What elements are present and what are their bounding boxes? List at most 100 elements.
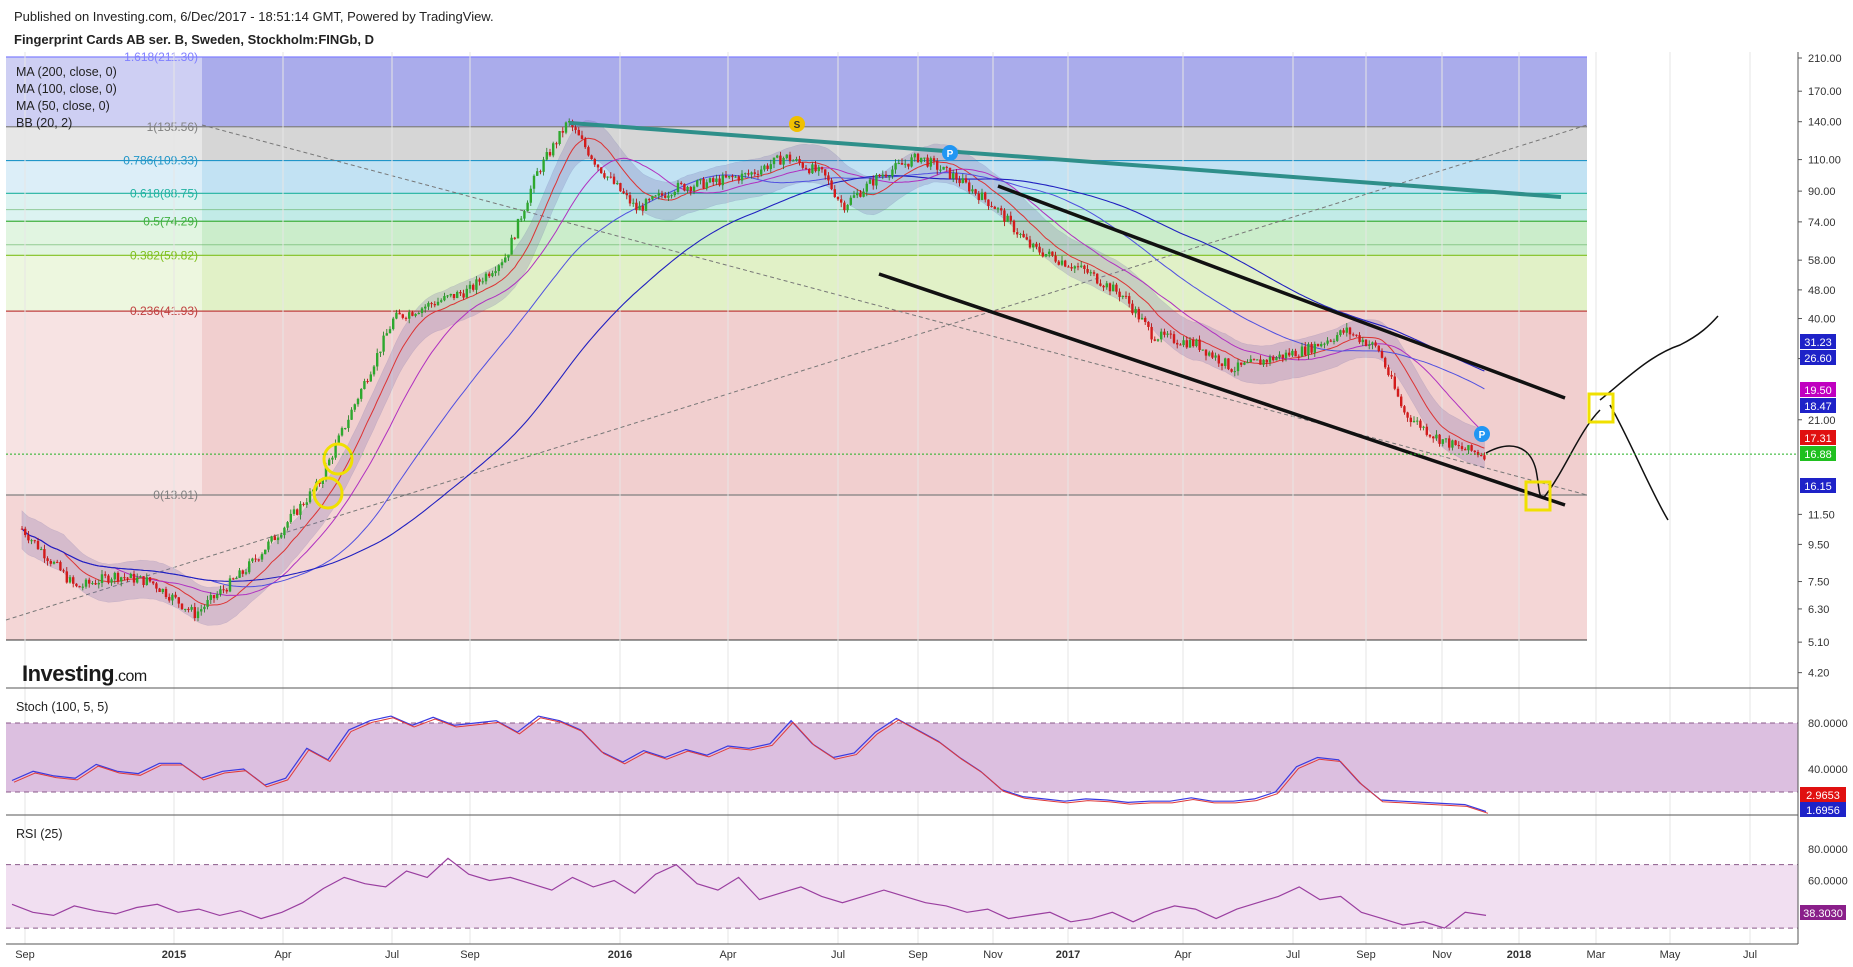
candle-body <box>1480 455 1483 457</box>
candle-body <box>1454 440 1457 446</box>
fib-level-label: 0.236(41.93) <box>130 304 198 318</box>
indicator-bb[interactable]: BB (20, 2) <box>16 116 72 130</box>
candle-body <box>865 183 868 192</box>
candle-body <box>907 163 910 167</box>
rsi-title[interactable]: RSI (25) <box>16 827 63 841</box>
candle-body <box>161 588 164 593</box>
candle-body <box>548 152 552 156</box>
candle-body <box>1425 426 1428 435</box>
candle-body <box>833 189 836 198</box>
rsi-pane: 80.0000 60.0000 <box>6 844 1848 929</box>
candle-body <box>523 211 526 219</box>
candle-body <box>964 178 968 183</box>
candle-body <box>1188 339 1192 348</box>
candle-body <box>472 284 475 290</box>
candle-body <box>696 180 699 187</box>
candle-body <box>1339 330 1342 336</box>
candle-body <box>136 577 139 583</box>
candle-body <box>270 536 273 542</box>
x-tick-label: Apr <box>274 949 291 961</box>
candle-body <box>1409 417 1412 423</box>
candle-body <box>142 576 145 585</box>
indicator-ma100[interactable]: MA (100, close, 0) <box>16 82 117 96</box>
candle-body <box>1054 255 1057 262</box>
candle-body <box>1307 344 1310 355</box>
candle-body <box>1371 342 1374 345</box>
candle-body <box>1291 350 1294 356</box>
fib-zone <box>202 126 1587 161</box>
candle-body <box>1483 455 1486 460</box>
candle-body <box>244 572 248 574</box>
candle-body <box>955 173 958 180</box>
candle-body <box>228 578 232 592</box>
candle-body <box>1416 420 1419 422</box>
y-tick-label: 11.50 <box>1808 509 1835 521</box>
candle-body <box>376 353 379 367</box>
candle-body <box>1265 359 1268 363</box>
candle-body <box>846 204 849 211</box>
candle-body <box>1128 296 1131 304</box>
candle-body <box>1310 344 1313 353</box>
candle-body <box>1406 412 1409 418</box>
candle-body <box>699 178 702 181</box>
candle-body <box>420 308 424 314</box>
candle-body <box>1048 251 1051 254</box>
y-tick-label: 40.00 <box>1808 314 1836 326</box>
candle-body <box>1252 359 1256 361</box>
candle-body <box>923 157 926 159</box>
x-tick-label: Apr <box>719 949 736 961</box>
candle-body <box>449 293 452 296</box>
candle-body <box>216 594 219 599</box>
candle-body <box>584 138 587 148</box>
candle-body <box>987 199 990 206</box>
candle-body <box>500 262 504 266</box>
candle-body <box>235 577 238 579</box>
candle-body <box>1256 359 1259 361</box>
candle-body <box>1121 295 1124 297</box>
x-tick-label: Nov <box>1432 949 1452 961</box>
candle-body <box>452 293 456 299</box>
candle-body <box>763 165 766 170</box>
candle-body <box>1032 243 1035 248</box>
fib-zone <box>202 221 1587 256</box>
candle-body <box>932 158 936 161</box>
candle-body <box>667 195 670 198</box>
candle-body <box>1028 239 1032 248</box>
candle-body <box>1432 436 1435 439</box>
candle-body <box>1012 220 1016 233</box>
candle-body <box>305 502 308 505</box>
candle-body <box>385 333 388 336</box>
indicator-ma200[interactable]: MA (200, close, 0) <box>16 65 117 79</box>
candle-body <box>766 165 769 170</box>
candle-body <box>641 205 644 211</box>
candle-body <box>1272 356 1275 361</box>
candle-body <box>1320 344 1323 347</box>
candle-body <box>590 155 593 160</box>
candle-body <box>596 164 600 168</box>
chart-canvas: 1.618(211.30) 1(135.56) 0.786(109.33) 0.618… <box>5 50 1848 961</box>
candle-body <box>1428 434 1432 437</box>
candle-body <box>836 197 840 200</box>
candle-body <box>1377 345 1380 352</box>
candle-body <box>1172 334 1176 343</box>
candle-body <box>36 541 40 550</box>
y-tick-label: 4.20 <box>1808 668 1829 680</box>
candle-body <box>475 279 478 290</box>
candle-body <box>971 189 974 192</box>
candle-body <box>1131 303 1134 314</box>
candle-body <box>792 160 795 162</box>
candle-body <box>862 191 865 197</box>
stoch-title[interactable]: Stoch (100, 5, 5) <box>16 700 108 714</box>
candle-body <box>1156 339 1160 341</box>
candle-body <box>372 366 376 375</box>
candle-body <box>852 195 856 198</box>
candle-body <box>542 159 545 172</box>
candle-body <box>504 257 507 263</box>
candle-body <box>180 603 184 610</box>
candle-body <box>1451 440 1454 448</box>
pane-badge-text: 2.9653 <box>1806 790 1840 802</box>
candle-body <box>308 491 312 503</box>
indicator-ma50[interactable]: MA (50, close, 0) <box>16 99 110 113</box>
candle-body <box>731 175 734 178</box>
candle-body <box>644 199 648 211</box>
